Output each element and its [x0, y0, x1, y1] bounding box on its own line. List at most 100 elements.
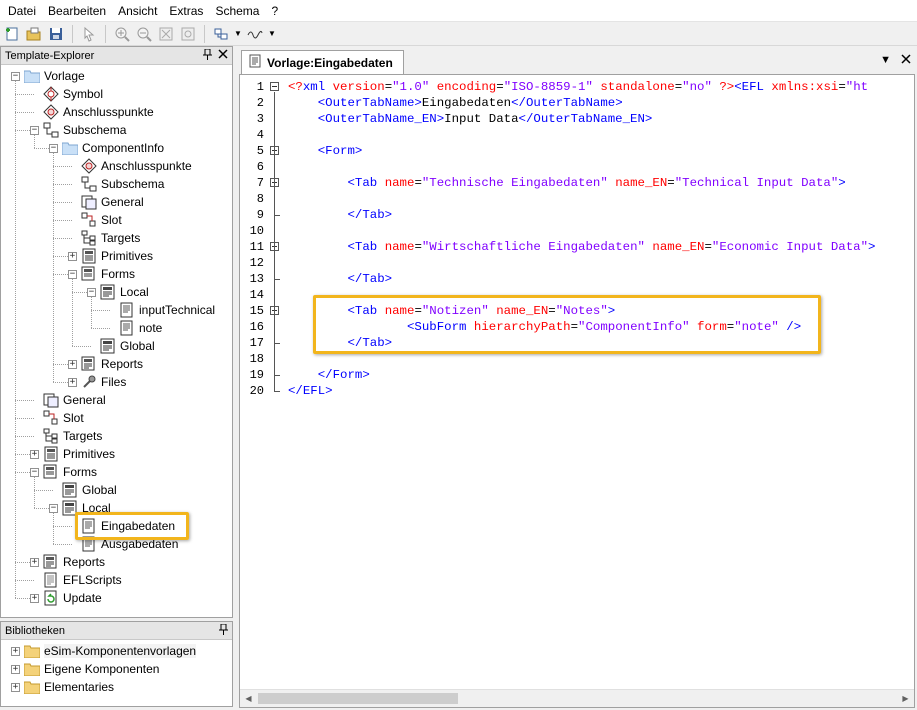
layout-dropdown-icon[interactable]: ▼ — [233, 24, 243, 44]
code-token: Eingabedaten — [421, 96, 512, 110]
collapse-icon[interactable]: − — [30, 467, 39, 477]
connection-dropdown-icon[interactable]: ▼ — [267, 24, 277, 44]
tree-item-files[interactable]: + Files — [68, 373, 126, 391]
tree-item-targets[interactable]: Targets — [68, 229, 140, 247]
tree-item-eflscripts[interactable]: EFLScripts — [30, 571, 122, 589]
menu-item-ansicht[interactable]: Ansicht — [112, 0, 163, 22]
code-token: "1.0" — [392, 80, 430, 94]
library-item-eigene-komponenten[interactable]: + Eigene Komponenten — [11, 660, 159, 678]
collapse-icon[interactable]: − — [49, 143, 58, 153]
pin-icon[interactable] — [203, 48, 212, 63]
tree-item-reports[interactable]: + Reports — [68, 355, 143, 373]
expand-icon[interactable]: + — [11, 646, 20, 656]
code-token: "no" — [682, 80, 712, 94]
expand-icon[interactable]: + — [30, 449, 39, 459]
scroll-left-icon[interactable]: ◀ — [240, 690, 257, 707]
collapse-icon[interactable]: − — [11, 71, 20, 81]
libraries-tree: + eSim-Komponentenvorlagen + Eigene Kompone… — [1, 640, 232, 706]
tree-item-global[interactable]: Global — [49, 481, 117, 499]
new-icon[interactable] — [2, 24, 22, 44]
zoom-fit-icon[interactable] — [156, 24, 176, 44]
tree-item-update[interactable]: + Update — [30, 589, 102, 607]
tree-item-targets[interactable]: Targets — [30, 427, 102, 445]
scroll-right-icon[interactable]: ▶ — [897, 690, 914, 707]
code-token: = — [496, 80, 504, 94]
tree-item-label: Subschema — [101, 177, 165, 191]
pointer-icon[interactable] — [79, 24, 99, 44]
libraries-panel: Bibliotheken + eSim-Komponentenvorlagen + E… — [0, 621, 233, 707]
connection-icon[interactable] — [245, 24, 265, 44]
layout-icon[interactable] — [211, 24, 231, 44]
code-token: <? — [288, 80, 303, 94]
expand-icon[interactable]: + — [30, 593, 39, 603]
files-icon — [81, 374, 97, 390]
tree-item-reports[interactable]: + Reports — [30, 553, 105, 571]
code-token: Input Data — [444, 112, 519, 126]
tree-item-slot[interactable]: Slot — [68, 211, 122, 229]
tree-item-label: ComponentInfo — [82, 141, 165, 155]
expand-icon[interactable]: + — [11, 664, 20, 674]
toolbar: ▼ ▼ — [0, 22, 917, 46]
line-number: 4 — [256, 128, 264, 142]
expand-icon[interactable]: + — [68, 359, 77, 369]
collapse-icon[interactable]: − — [49, 503, 58, 513]
tab-menu-icon[interactable]: ▼ — [880, 54, 891, 67]
tree-item-anschlusspunkte[interactable]: Anschlusspunkte — [68, 157, 192, 175]
close-icon[interactable] — [218, 49, 228, 62]
tree-item-anschlusspunkte[interactable]: Anschlusspunkte — [30, 103, 154, 121]
pin-icon[interactable] — [219, 623, 228, 638]
tree-item-primitives[interactable]: + Primitives — [30, 445, 115, 463]
tree-item-label: Reports — [63, 555, 106, 569]
close-editor-icon[interactable] — [901, 54, 911, 67]
save-icon[interactable] — [46, 24, 66, 44]
tree-item-subschema[interactable]: − Subschema — [30, 121, 126, 139]
tree-item-global[interactable]: Global — [87, 337, 155, 355]
tree-item-componentinfo[interactable]: − ComponentInfo — [49, 139, 164, 157]
menu-item-schema[interactable]: Schema — [209, 0, 265, 22]
tree-item-subschema[interactable]: Subschema — [68, 175, 164, 193]
tree-item-forms[interactable]: − Forms — [30, 463, 97, 481]
menu-item-bearbeiten[interactable]: Bearbeiten — [42, 0, 112, 22]
zoom-out-icon[interactable] — [134, 24, 154, 44]
collapse-icon[interactable]: − — [30, 125, 39, 135]
tree-item-slot[interactable]: Slot — [30, 409, 84, 427]
expand-icon[interactable]: + — [30, 557, 39, 567]
expand-icon[interactable]: + — [68, 251, 77, 261]
code-token: </Tab> — [347, 272, 393, 286]
fold-toggle-icon[interactable] — [270, 82, 279, 91]
collapse-icon[interactable]: − — [68, 269, 77, 279]
document-icon — [119, 320, 135, 336]
tree-item-local[interactable]: − Local — [87, 283, 149, 301]
code-token: = — [384, 80, 393, 94]
tree-item-general[interactable]: General — [30, 391, 106, 409]
tree-item-primitives[interactable]: + Primitives — [68, 247, 153, 265]
expand-icon[interactable]: + — [11, 682, 20, 692]
zoom-window-icon[interactable] — [178, 24, 198, 44]
tree-item-note[interactable]: note — [106, 319, 162, 337]
code-text[interactable]: <?xml version="1.0" encoding="ISO-8859-1… — [284, 75, 914, 689]
code-token: "Economic Input Data" — [711, 240, 869, 254]
code-token: "ht — [845, 80, 869, 94]
general-icon — [43, 392, 59, 408]
expand-icon[interactable]: + — [68, 377, 77, 387]
library-item-elementaries[interactable]: + Elementaries — [11, 678, 114, 696]
menu-item--[interactable]: ? — [265, 0, 284, 22]
collapse-icon[interactable]: − — [87, 287, 96, 297]
tree-item-inputtechnical[interactable]: inputTechnical — [106, 301, 215, 319]
zoom-in-icon[interactable] — [112, 24, 132, 44]
library-item-esim-komponentenvorlagen[interactable]: + eSim-Komponentenvorlagen — [11, 642, 197, 660]
menu-item-datei[interactable]: Datei — [2, 0, 42, 22]
tree-item-general[interactable]: General — [68, 193, 144, 211]
tree-item-forms[interactable]: − Forms — [68, 265, 135, 283]
code-editor[interactable]: 1 2 3 4 5 6 7 8 9 10 11 12 13 14 15 16 17 18 19 20 <?xml ve… — [239, 74, 915, 708]
tree-item-vorlage[interactable]: − Vorlage — [11, 67, 85, 85]
scrollbar-thumb[interactable] — [258, 693, 458, 704]
tab-vorlage-eingabedaten[interactable]: Vorlage:Eingabedaten — [241, 50, 404, 74]
tree-item-label: Subschema — [63, 123, 127, 137]
horizontal-scrollbar[interactable]: ◀ ▶ — [240, 689, 914, 707]
tree-item-symbol[interactable]: Symbol — [30, 85, 103, 103]
open-icon[interactable] — [24, 24, 44, 44]
menu-item-extras[interactable]: Extras — [163, 0, 209, 22]
